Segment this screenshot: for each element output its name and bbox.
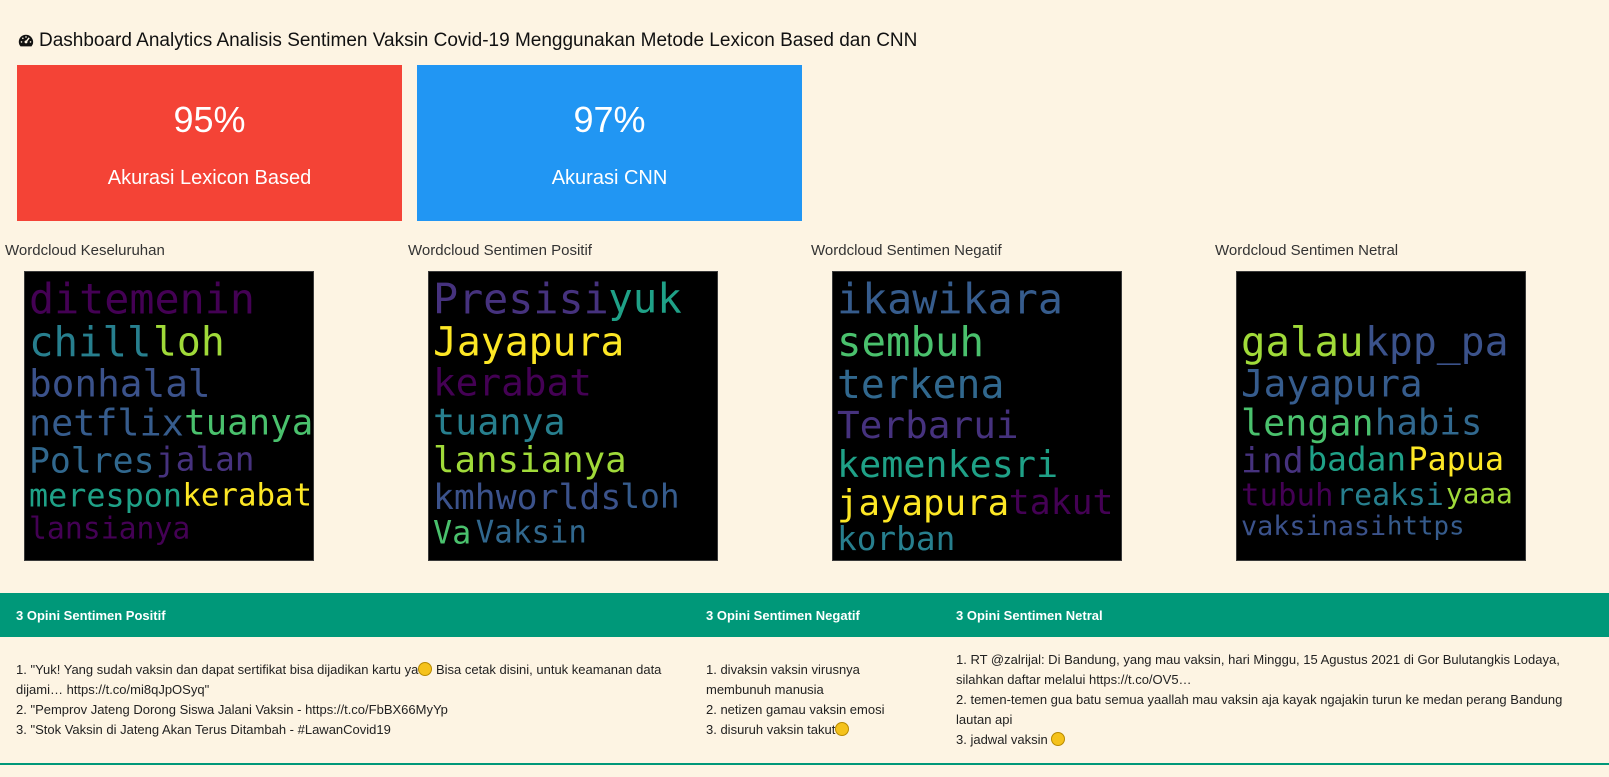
wordcloud-word: korban	[837, 520, 955, 558]
positive-opinion-text: 2. "Pemprov Jateng Dorong Siswa Jalani V…	[16, 702, 448, 717]
wordcloud-word: takut	[1009, 483, 1114, 523]
wordcloud-word: lansianya	[433, 440, 627, 481]
positive-opinion-item: 2. "Pemprov Jateng Dorong Siswa Jalani V…	[16, 700, 666, 720]
wordcloud-word: Va	[433, 515, 471, 551]
wordcloud-word: jalan	[156, 441, 255, 479]
lexicon-accuracy-label: Akurasi Lexicon Based	[107, 167, 312, 189]
negative-opinion-item: 1. divaksin vaksin virusnya membunuh man…	[706, 660, 906, 700]
wordcloud-word: Polres	[29, 441, 155, 481]
wordcloud-negative-title: Wordcloud Sentimen Negatif	[811, 242, 1002, 259]
lexicon-accuracy-value: 95%	[173, 99, 246, 140]
cnn-accuracy-label: Akurasi CNN	[551, 167, 668, 189]
negative-opinion-item: 2. netizen gamau vaksin emosi	[706, 700, 906, 720]
wordcloud-neutral-image: galau kpp_pa Jayapura lengan habis ind badan Pa…	[1236, 271, 1526, 561]
positive-opinion-list: 1. "Yuk! Yang sudah vaksin dan dapat ser…	[16, 660, 666, 740]
negative-opinion-text: 2. netizen gamau vaksin emosi	[706, 702, 885, 717]
wordcloud-word: jayapura	[837, 483, 1009, 524]
wordcloud-word: tuanya	[184, 402, 313, 443]
opinion-panel-header: 3 Opini Sentimen Positif 3 Opini Sentime…	[0, 593, 1609, 637]
wordcloud-word: galau	[1241, 318, 1364, 366]
wordcloud-all-image: ditemenin chill loh bonhalal netflix tuanya Po…	[24, 271, 314, 561]
negative-opinion-item: 3. disuruh vaksin takut	[706, 720, 906, 740]
wordcloud-word: lengan	[1241, 401, 1374, 444]
wordcloud-word: https	[1387, 511, 1465, 541]
positive-opinion-item: 1. "Yuk! Yang sudah vaksin dan dapat ser…	[16, 660, 666, 700]
wordcloud-word: kmhworlds	[433, 478, 621, 518]
wordcloud-word: Presisi	[433, 274, 609, 323]
wordcloud-word: yaaa	[1446, 477, 1513, 510]
wordcloud-word: kerabat	[182, 478, 312, 514]
confounded-face-icon	[835, 722, 850, 736]
wordcloud-word: sembuh	[837, 318, 984, 366]
cnn-accuracy-card: 97% Akurasi CNN	[417, 65, 802, 221]
neutral-opinion-item: 3. jadwal vaksin	[956, 730, 1596, 750]
wordcloud-neutral-title: Wordcloud Sentimen Netral	[1215, 242, 1399, 259]
page-title-text: Dashboard Analytics Analisis Sentimen Va…	[39, 30, 918, 51]
lexicon-accuracy-card: 95% Akurasi Lexicon Based	[17, 65, 402, 221]
wordcloud-word: loh	[153, 319, 225, 365]
wordcloud-word: tubuh	[1241, 478, 1334, 514]
wordcloud-word: reaksi	[1336, 478, 1444, 513]
wordcloud-word: Vaksin	[476, 514, 587, 550]
positive-opinion-heading: 3 Opini Sentimen Positif	[16, 608, 166, 623]
wordcloud-word: chill	[29, 318, 152, 366]
neutral-opinion-text: 2. temen-temen gua batu semua yaallah ma…	[956, 692, 1563, 727]
negative-opinion-text: 1. divaksin vaksin virusnya membunuh man…	[706, 662, 860, 697]
negative-opinion-text: 3. disuruh vaksin takut	[706, 722, 836, 737]
wordcloud-word: kemenkesri	[837, 443, 1058, 486]
wordcloud-word: badan	[1307, 441, 1406, 479]
wordcloud-word: Jayapura	[1241, 361, 1423, 405]
negative-opinion-heading: 3 Opini Sentimen Negatif	[706, 608, 860, 623]
wordcloud-word: merespon	[29, 479, 182, 515]
positive-opinion-text: 3. "Stok Vaksin di Jateng Akan Terus Dit…	[16, 722, 391, 737]
negative-opinion-list: 1. divaksin vaksin virusnya membunuh man…	[706, 660, 906, 740]
positive-opinion-item: 3. "Stok Vaksin di Jateng Akan Terus Dit…	[16, 720, 666, 740]
wordcloud-word: kerabat	[433, 360, 592, 404]
wordcloud-all-title: Wordcloud Keseluruhan	[5, 242, 165, 259]
neutral-opinion-text: 3. jadwal vaksin	[956, 732, 1052, 747]
cnn-accuracy-value: 97%	[573, 99, 646, 140]
neutral-opinion-item: 1. RT @zalrijal: Di Bandung, yang mau va…	[956, 650, 1596, 690]
wordcloud-word: tuanya	[433, 400, 566, 443]
wordcloud-word: netflix	[29, 401, 184, 444]
neutral-opinion-heading: 3 Opini Sentimen Netral	[956, 608, 1103, 623]
opinion-panel-body: 1. "Yuk! Yang sudah vaksin dan dapat ser…	[0, 637, 1609, 765]
neutral-opinion-item: 2. temen-temen gua batu semua yaallah ma…	[956, 690, 1596, 730]
neutral-opinion-list: 1. RT @zalrijal: Di Bandung, yang mau va…	[956, 650, 1596, 750]
wordcloud-word: habis	[1375, 402, 1483, 443]
wordcloud-word: ikawikara	[837, 274, 1063, 323]
wordcloud-negative-image: ikawikara sembuh terkena Terbarui kemenkesri…	[832, 271, 1122, 561]
page-title: Dashboard Analytics Analisis Sentimen Va…	[17, 30, 917, 52]
wordcloud-word: yuk	[608, 275, 682, 323]
wordcloud-word: Papua	[1408, 442, 1504, 478]
wordcloud-word: ind	[1241, 441, 1304, 481]
wordcloud-word: kpp_pa	[1365, 319, 1508, 365]
wordcloud-word: terkena	[837, 362, 1004, 408]
wordcloud-word: Terbarui	[837, 403, 1019, 447]
wordcloud-word: vaksinasi	[1241, 511, 1386, 542]
wordcloud-positive-image: Presisi yuk Jayapura kerabat tuanya lansianya…	[428, 271, 718, 561]
dashboard-gauge-icon	[18, 34, 34, 47]
wordcloud-word: bonhalal	[29, 361, 211, 405]
positive-opinion-text: 1. "Yuk! Yang sudah vaksin dan dapat ser…	[16, 662, 419, 677]
hushed-face-icon	[1051, 732, 1066, 746]
wordcloud-positive-title: Wordcloud Sentimen Positif	[408, 242, 592, 259]
wordcloud-word: ditemenin	[29, 274, 255, 323]
wordcloud-word: Jayapura	[433, 319, 624, 365]
neutral-opinion-text: 1. RT @zalrijal: Di Bandung, yang mau va…	[956, 652, 1560, 687]
smiling-face-icon	[418, 662, 433, 676]
wordcloud-word: loh	[620, 477, 679, 515]
wordcloud-word: lansianya	[29, 512, 190, 547]
